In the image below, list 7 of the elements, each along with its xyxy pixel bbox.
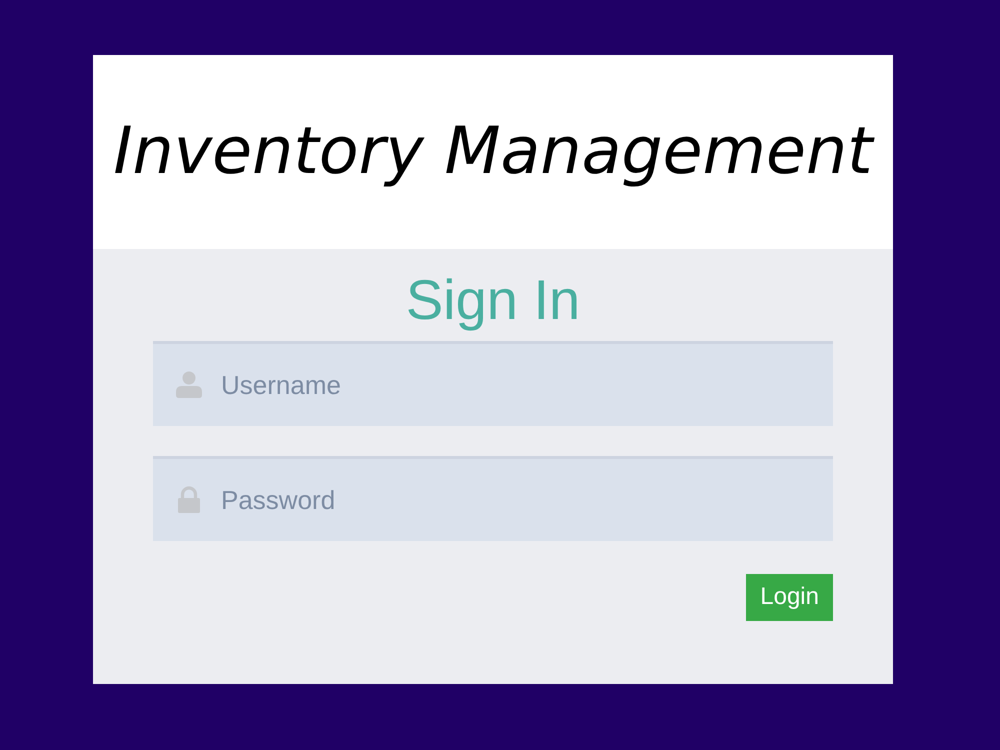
username-field[interactable]: Username xyxy=(153,341,833,426)
lock-icon xyxy=(176,486,202,514)
login-button[interactable]: Login xyxy=(746,574,833,621)
user-icon xyxy=(176,371,202,398)
password-field[interactable]: Password xyxy=(153,456,833,542)
form-title: Sign In xyxy=(404,267,582,333)
banner-title: Inventory Management xyxy=(113,113,873,191)
